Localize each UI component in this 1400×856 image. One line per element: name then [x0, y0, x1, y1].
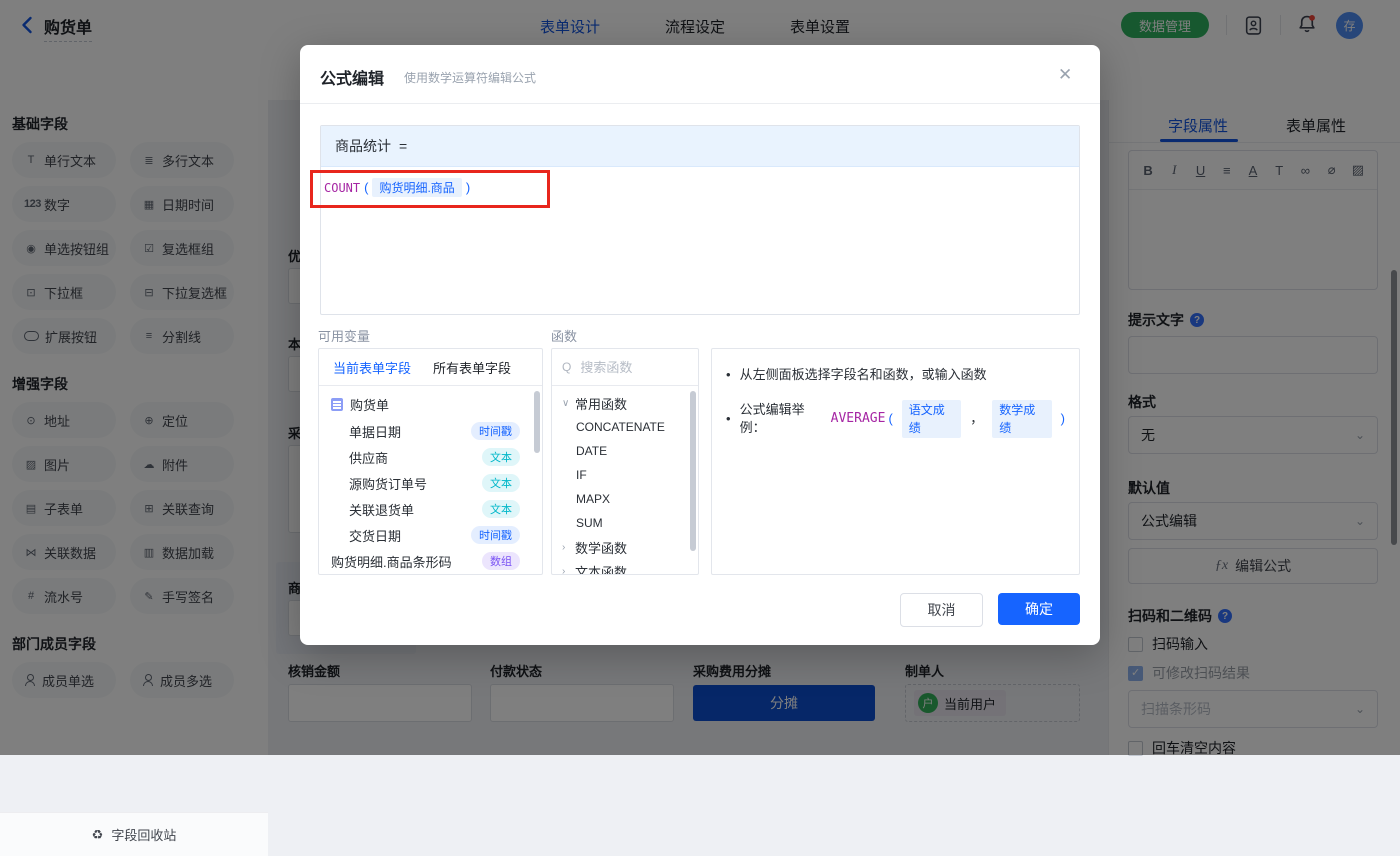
- form-root-label: 购货单: [350, 395, 389, 414]
- modal-title: 公式编辑: [320, 65, 384, 89]
- group-label: 数学函数: [575, 538, 627, 557]
- group-label: 常用函数: [575, 394, 627, 413]
- functions-panel: Q ∨ 常用函数 CONCATENATE DATE IF MAPX SUM › …: [551, 348, 699, 575]
- var-name: 购货明细.商品条形码: [331, 552, 452, 571]
- function-search-input[interactable]: [578, 359, 682, 376]
- search-icon: Q: [562, 360, 571, 374]
- var-row-barcode[interactable]: 购货明细.商品条形码 数组: [319, 548, 542, 574]
- field-recycle-bin[interactable]: ♻ 字段回收站: [0, 812, 268, 856]
- hint-prefix: 公式编辑举例：: [740, 401, 826, 437]
- var-row-source-order[interactable]: 源购货订单号 文本: [319, 470, 542, 496]
- tab-all-form-fields[interactable]: 所有表单字段: [433, 358, 511, 377]
- red-annotation-box: [310, 170, 550, 208]
- chevron-right-icon: ›: [562, 566, 570, 576]
- chevron-right-icon: ›: [562, 542, 570, 553]
- hint-text: 从左侧面板选择字段名和函数，或输入函数: [740, 366, 987, 384]
- var-name: 交货日期: [349, 526, 401, 545]
- var-name: 单据日期: [349, 422, 401, 441]
- var-row-order-date[interactable]: 单据日期 时间戳: [319, 418, 542, 444]
- recycle-label: 字段回收站: [111, 825, 176, 844]
- modal-subtitle: 使用数学运算符编辑公式: [404, 69, 536, 86]
- function-sum[interactable]: SUM: [552, 511, 698, 535]
- functions-label: 函数: [551, 326, 577, 345]
- type-badge: 数组: [482, 552, 520, 570]
- type-badge: 文本: [482, 474, 520, 492]
- group-math-functions[interactable]: › 数学函数: [552, 535, 698, 559]
- form-doc-icon: [331, 398, 343, 411]
- var-row-delivery-date[interactable]: 交货日期 时间戳: [319, 522, 542, 548]
- function-date[interactable]: DATE: [552, 439, 698, 463]
- bullet: •: [726, 410, 731, 428]
- functions-scrollbar[interactable]: [690, 391, 696, 551]
- hint-line-2: • 公式编辑举例： AVERAGE ( 语文成绩 ， 数学成绩 ): [726, 400, 1065, 438]
- variables-panel: 当前表单字段 所有表单字段 购货单 单据日期 时间戳 供应商 文本 源购货订单号…: [318, 348, 543, 575]
- bullet: •: [726, 366, 731, 384]
- group-text-functions[interactable]: › 文本函数: [552, 559, 698, 575]
- divider: [300, 103, 1100, 104]
- type-badge: 时间戳: [471, 526, 520, 544]
- open-paren: (: [888, 410, 892, 428]
- type-badge: 文本: [482, 500, 520, 518]
- function-search[interactable]: Q: [552, 349, 698, 386]
- recycle-icon: ♻: [92, 827, 104, 843]
- formula-editor-box[interactable]: 商品统计 =: [320, 125, 1080, 315]
- hints-panel: • 从左侧面板选择字段名和函数，或输入函数 • 公式编辑举例： AVERAGE …: [711, 348, 1080, 575]
- formula-edit-modal: 公式编辑 使用数学运算符编辑公式 ✕ 商品统计 = COUNT ( 购货明细.商…: [300, 45, 1100, 645]
- variables-tabs: 当前表单字段 所有表单字段: [319, 349, 542, 386]
- equals-sign: =: [399, 138, 407, 154]
- function-if[interactable]: IF: [552, 463, 698, 487]
- hint-line-1: • 从左侧面板选择字段名和函数，或输入函数: [726, 366, 1065, 384]
- group-label: 文本函数: [575, 562, 627, 576]
- formula-target-bar: 商品统计 =: [321, 126, 1079, 167]
- var-name: 供应商: [349, 448, 388, 467]
- type-badge: 文本: [482, 448, 520, 466]
- var-row-return-order[interactable]: 关联退货单 文本: [319, 496, 542, 522]
- function-concatenate[interactable]: CONCATENATE: [552, 415, 698, 439]
- example-function-name: AVERAGE: [831, 410, 886, 428]
- vars-scrollbar[interactable]: [534, 391, 540, 453]
- var-row-supplier[interactable]: 供应商 文本: [319, 444, 542, 470]
- confirm-button[interactable]: 确定: [998, 593, 1080, 625]
- tab-current-form-fields[interactable]: 当前表单字段: [333, 358, 411, 377]
- var-name: 源购货订单号: [349, 474, 427, 493]
- comma: ，: [970, 410, 983, 428]
- example-field-token: 数学成绩: [992, 400, 1051, 438]
- cancel-button[interactable]: 取消: [900, 593, 983, 627]
- group-common-functions[interactable]: ∨ 常用函数: [552, 391, 698, 415]
- var-name: 关联退货单: [349, 500, 414, 519]
- type-badge: 时间戳: [471, 422, 520, 440]
- chevron-down-icon: ∨: [562, 398, 570, 409]
- close-paren: ): [1061, 410, 1065, 428]
- available-vars-label: 可用变量: [318, 326, 370, 345]
- formula-target-name: 商品统计: [335, 136, 391, 156]
- form-tree-root[interactable]: 购货单: [319, 386, 542, 418]
- function-mapx[interactable]: MAPX: [552, 487, 698, 511]
- close-icon[interactable]: ✕: [1058, 65, 1072, 85]
- example-field-token: 语文成绩: [902, 400, 961, 438]
